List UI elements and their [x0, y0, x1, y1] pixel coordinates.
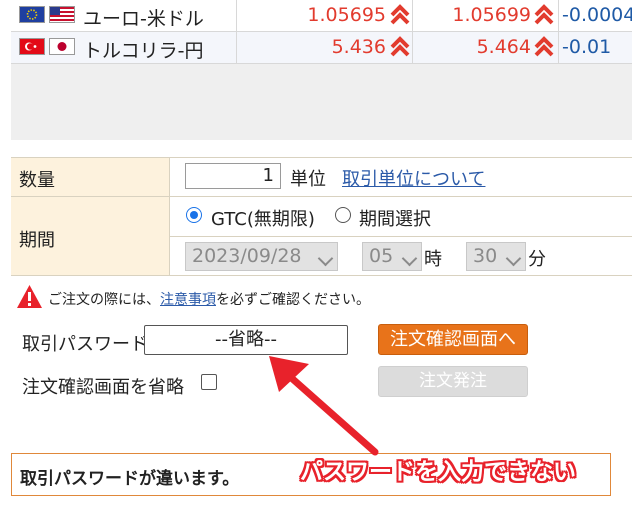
bid-rate: 5.436 — [331, 36, 386, 58]
chevron-down-icon — [505, 250, 522, 267]
annotation-callout: パスワードを入力できない — [300, 459, 576, 485]
pair-name: トルコリラ-円 — [83, 40, 204, 62]
minute-value: 30 — [473, 245, 498, 267]
eu-flag-icon — [19, 6, 45, 23]
skip-confirm-checkbox[interactable] — [201, 374, 217, 390]
ask-rate: 1.05699 — [452, 4, 531, 26]
cell-divider — [558, 32, 559, 64]
cell-divider — [236, 32, 237, 64]
cell-divider — [412, 32, 413, 64]
quantity-label: 数量 — [19, 170, 55, 191]
error-message: 取引パスワードが違います。 — [20, 469, 240, 489]
jp-flag-icon — [49, 38, 75, 55]
period-label-cell: 期間 — [11, 197, 170, 275]
hour-value: 05 — [369, 245, 394, 267]
notice-suffix: を必ずご確認ください。 — [216, 292, 370, 308]
up-arrow-icon — [534, 4, 554, 25]
password-label: 取引パスワード — [22, 334, 148, 355]
cell-divider — [412, 0, 413, 32]
caution-link[interactable]: 注意事項 — [160, 292, 216, 308]
chevron-down-icon — [317, 250, 334, 267]
chevron-down-icon — [401, 250, 418, 267]
quantity-input[interactable]: 1 — [185, 163, 281, 189]
tr-flag-icon — [19, 38, 45, 55]
rate-change: -0.0004 — [562, 4, 632, 26]
period-select-label: 期間選択 — [359, 209, 431, 230]
pair-name: ユーロ-米ドル — [83, 8, 204, 30]
minute-select[interactable]: 30 — [466, 242, 526, 271]
hour-select[interactable]: 05 — [362, 242, 422, 271]
quantity-label-cell: 数量 — [11, 158, 170, 196]
us-flag-icon — [49, 6, 75, 23]
skip-confirm-label: 注文確認画面を省略 — [22, 377, 184, 398]
up-arrow-icon — [390, 4, 410, 25]
rate-row-eurusd[interactable]: ユーロ-米ドル 1.05695 1.05699 -0.0004 — [11, 0, 632, 32]
bid-rate: 1.05695 — [307, 4, 386, 26]
period-divider — [170, 236, 632, 237]
unit-label: 単位 — [290, 169, 326, 190]
rate-change: -0.01 — [562, 36, 612, 58]
minute-suffix: 分 — [528, 249, 546, 270]
unit-info-link[interactable]: 取引単位について — [342, 165, 485, 191]
gtc-radio[interactable] — [186, 207, 202, 223]
date-value: 2023/09/28 — [192, 245, 302, 267]
hour-suffix: 時 — [424, 249, 442, 270]
period-select-radio[interactable] — [335, 207, 351, 223]
period-label: 期間 — [19, 230, 55, 251]
warning-icon — [17, 285, 42, 308]
place-order-button[interactable]: 注文発注 — [378, 366, 528, 397]
cell-divider — [558, 0, 559, 32]
notice-prefix: ご注文の際には、 — [48, 292, 160, 308]
cell-divider — [236, 0, 237, 32]
date-select[interactable]: 2023/09/28 — [185, 242, 338, 271]
annotation-arrow-icon — [269, 356, 379, 456]
gtc-label: GTC(無期限) — [211, 209, 315, 230]
order-notice: ご注文の際には、注意事項を必ずご確認ください。 — [48, 289, 370, 309]
ask-rate: 5.464 — [476, 36, 531, 58]
rate-row-tryjpy[interactable]: トルコリラ-円 5.436 5.464 -0.01 — [11, 32, 632, 64]
order-confirm-button[interactable]: 注文確認画面へ — [378, 324, 528, 355]
up-arrow-icon — [390, 36, 410, 57]
up-arrow-icon — [534, 36, 554, 57]
